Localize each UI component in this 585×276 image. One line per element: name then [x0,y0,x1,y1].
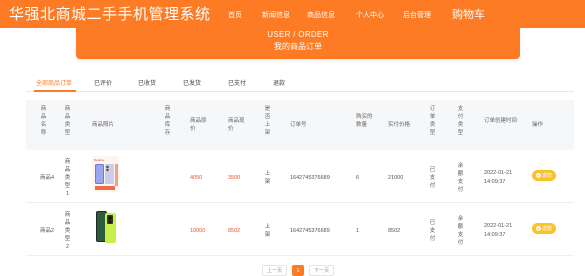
cell-order-type: 已支付 [429,220,436,242]
next-page-button[interactable]: 下一页 [309,265,335,276]
cell-pay-type: 余额支付 [457,216,464,246]
cell-created-time: 14:09:37 [484,179,506,185]
tab-received[interactable]: 已收货 [138,78,156,87]
tab-refund[interactable]: 退款 [273,78,285,87]
svg-text:Realme: Realme [94,158,105,162]
col-header-pay-type: 支付类型 [457,106,464,136]
current-page[interactable]: 1 [292,265,305,276]
top-navbar: 华强北商城二手手机管理系统 首页 新闻信息 商品信息 个人中心 后台管理 购物车 [0,0,585,28]
order-tabs: 全部商品订单 已评价 已收货 已发货 已支付 退款 [26,74,574,92]
tab-shipped[interactable]: 已发货 [183,78,201,87]
pagination: 上一页 1 下一页 [262,265,335,276]
cell-quantity: 6 [356,175,360,181]
tab-all-orders[interactable]: 全部商品订单 [36,78,72,87]
site-title: 华强北商城二手手机管理系统 [9,5,211,23]
cell-product-name: 商品4 [40,175,55,181]
refund-icon: ¥ [535,173,541,178]
page-title: 我的商品订单 [274,42,322,51]
cell-order-type: 已支付 [429,167,436,189]
cell-original-price: 10000 [190,228,206,234]
refund-button-label: 退款 [541,173,552,179]
col-header-order-no: 订单号 [290,122,307,128]
nav-profile[interactable]: 个人中心 [356,10,384,20]
phone-product-icon: Realme [92,156,119,192]
cell-order-no: 1642745376689 [290,228,330,234]
cell-paid: 21000 [388,175,404,181]
cell-created-time: 14:09:37 [484,232,506,238]
active-tab-indicator [34,90,76,92]
col-header-stock: 商品库存 [164,106,171,136]
cell-product-type: 商品类型1 [64,159,71,197]
cell-original-price: 4050 [190,175,203,181]
table-header: 商品名称 商品类型 商品照片 商品库存 商品原价 商品现价 是否上架 订单号 购… [26,100,574,150]
cell-created-date: 2022-01-21 [484,170,513,176]
col-header-listed: 是否上架 [264,106,271,136]
col-header-photo: 商品照片 [92,122,115,128]
table-row: 商品2 商品类型2 10000 8502 上架 1642745376689 1 … [26,203,574,256]
cell-product-type: 商品类型2 [64,212,71,250]
refund-button[interactable]: ¥ 退款 [532,223,556,234]
cell-created-date: 2022-01-21 [484,223,513,229]
nav-cart[interactable]: 购物车 [452,6,485,22]
nav-admin[interactable]: 后台管理 [403,10,431,20]
phone-product-icon [92,209,119,245]
col-header-created: 订单创建时间 [484,118,518,124]
col-header-order-type: 订单类型 [429,106,436,136]
cell-pay-type: 余额支付 [457,163,464,193]
nav-news[interactable]: 新闻信息 [262,10,290,20]
col-header-current-price: 商品现价 [228,118,245,132]
cell-paid: 8502 [388,228,401,234]
col-header-name: 商品名称 [40,106,47,136]
col-header-quantity: 购买的数量 [356,114,373,128]
tab-paid[interactable]: 已支付 [228,78,246,87]
banner-subtitle: USER / ORDER [267,30,329,39]
cell-current-price: 3500 [228,175,241,181]
cell-product-name: 商品2 [40,228,55,234]
tab-reviewed[interactable]: 已评价 [94,78,112,87]
prev-page-button[interactable]: 上一页 [262,265,288,276]
table-row: 商品4 商品类型1 Realme 4050 3500 上架 1642745376… [26,150,574,203]
nav-home[interactable]: 首页 [228,10,242,20]
cell-current-price: 8502 [228,228,241,234]
product-photo [92,209,119,245]
cell-order-no: 1642745376689 [290,175,330,181]
refund-icon: ¥ [535,226,541,231]
page-banner: USER / ORDER 我的商品订单 [76,28,520,59]
col-header-action: 操作 [532,122,544,128]
refund-button[interactable]: ¥ 退款 [532,170,556,181]
refund-button-label: 退款 [541,226,552,232]
cell-listed: 上架 [264,171,271,185]
col-header-paid: 实付价格 [388,122,411,128]
cell-listed: 上架 [264,224,271,238]
col-header-original-price: 商品原价 [190,118,207,132]
product-photo: Realme [92,156,119,192]
cell-quantity: 1 [356,228,360,234]
nav-products[interactable]: 商品信息 [307,10,335,20]
col-header-type: 商品类型 [64,106,71,136]
